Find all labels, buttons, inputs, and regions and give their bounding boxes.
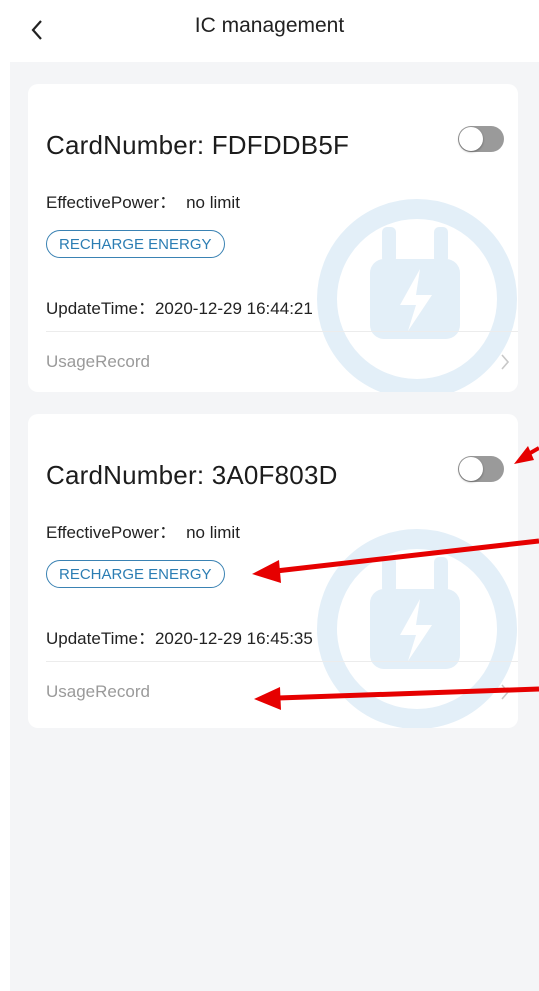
effective-power-value: no limit xyxy=(186,523,240,542)
effective-power-label: EffectivePower： xyxy=(46,523,177,542)
usage-record-label: UsageRecord xyxy=(46,682,150,701)
chevron-right-icon xyxy=(501,684,510,700)
card-enable-toggle[interactable] xyxy=(458,456,504,482)
usage-record-row[interactable]: UsageRecord xyxy=(28,332,518,392)
ic-card: CardNumber: 3A0F803D EffectivePower： no l… xyxy=(28,414,518,728)
toggle-knob xyxy=(459,127,483,151)
update-time-label: UpdateTime： xyxy=(46,629,155,648)
update-time-label: UpdateTime： xyxy=(46,299,155,318)
effective-power-label: EffectivePower： xyxy=(46,193,177,212)
card-number-label: CardNumber: xyxy=(46,460,212,490)
card-list: CardNumber: FDFDDB5F EffectivePower： no l… xyxy=(10,62,539,991)
toggle-knob xyxy=(459,457,483,481)
card-number-value: 3A0F803D xyxy=(211,460,338,490)
card-number: CardNumber: FDFDDB5F xyxy=(46,130,349,161)
recharge-energy-button[interactable]: RECHARGE ENERGY xyxy=(46,560,225,588)
update-time-value: 2020-12-29 16:44:21 xyxy=(154,299,313,318)
card-number-label: CardNumber: xyxy=(46,130,212,160)
effective-power: EffectivePower： no limit xyxy=(46,188,240,213)
recharge-energy-button[interactable]: RECHARGE ENERGY xyxy=(46,230,225,258)
update-time: UpdateTime：2020-12-29 16:45:35 xyxy=(46,624,313,649)
effective-power-value: no limit xyxy=(186,193,240,212)
card-number: CardNumber: 3A0F803D xyxy=(46,460,338,491)
effective-power: EffectivePower： no limit xyxy=(46,518,240,543)
usage-record-row[interactable]: UsageRecord xyxy=(28,662,518,722)
card-number-value: FDFDDB5F xyxy=(211,130,350,160)
ic-card: CardNumber: FDFDDB5F EffectivePower： no l… xyxy=(28,84,518,392)
top-bar: IC management xyxy=(0,0,539,62)
usage-record-label: UsageRecord xyxy=(46,352,150,371)
update-time-value: 2020-12-29 16:45:35 xyxy=(154,629,313,648)
update-time: UpdateTime：2020-12-29 16:44:21 xyxy=(46,294,313,319)
page-title: IC management xyxy=(194,14,345,37)
card-enable-toggle[interactable] xyxy=(458,126,504,152)
chevron-right-icon xyxy=(501,354,510,370)
